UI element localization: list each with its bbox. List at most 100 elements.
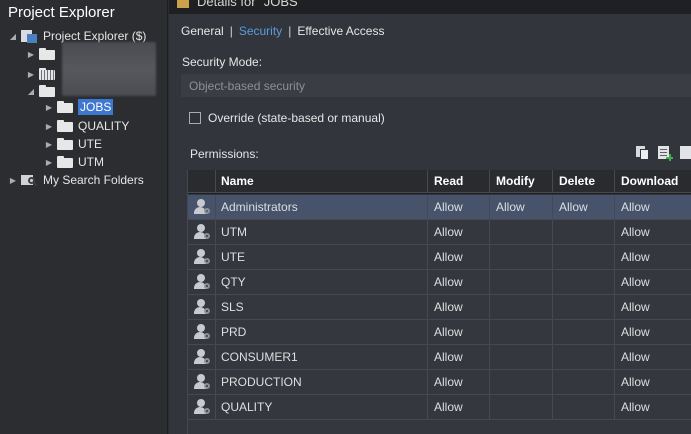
cell-download: Allow <box>615 220 691 245</box>
table-row[interactable]: UTE Allow Allow <box>188 245 691 270</box>
cell-modify <box>490 320 553 345</box>
user-group-icon-cell <box>188 395 216 420</box>
cell-name: UTE <box>216 245 428 270</box>
tab-general[interactable]: General <box>181 24 224 38</box>
cell-modify <box>490 270 553 295</box>
details-panel: Details for "JOBS" General | Security | … <box>169 0 691 434</box>
collapse-arrow-icon[interactable]: ▶ <box>26 69 36 79</box>
cell-modify <box>490 395 553 420</box>
expand-arrow-icon[interactable]: ◢ <box>26 86 36 96</box>
cell-read: Allow <box>428 345 490 370</box>
column-header-modify[interactable]: Modify <box>490 170 553 193</box>
add-permission-icon[interactable] <box>657 145 673 161</box>
tree-item-label: QUALITY <box>78 119 130 133</box>
table-row[interactable]: QUALITY Allow Allow <box>188 395 691 420</box>
cell-name: CONSUMER1 <box>216 345 428 370</box>
copy-icon[interactable] <box>635 145 651 161</box>
column-header-download[interactable]: Download <box>615 170 691 193</box>
cell-name: Administrators <box>216 195 428 220</box>
override-option[interactable]: Override (state-based or manual) <box>189 111 385 125</box>
collapse-arrow-icon[interactable]: ▶ <box>44 157 54 167</box>
tree-item-search-folders[interactable]: ▶ My Search Folders <box>8 171 144 189</box>
cell-name: SLS <box>216 295 428 320</box>
tree-root-label: Project Explorer ($) <box>43 29 147 43</box>
project-explorer-icon <box>21 29 37 43</box>
table-row[interactable]: CONSUMER1 Allow Allow <box>188 345 691 370</box>
tree-item-utm[interactable]: ▶ UTM <box>44 153 104 171</box>
dialog-title: Details for "JOBS" <box>197 0 303 9</box>
project-explorer-panel: Project Explorer ◢ Project Explorer ($) … <box>0 0 168 434</box>
edit-permission-icon[interactable] <box>679 145 691 161</box>
cell-delete <box>553 270 615 295</box>
search-folder-icon <box>21 173 38 187</box>
tab-bar: General | Security | Effective Access <box>181 24 384 38</box>
grid-header: Name Read Modify Delete Download <box>188 170 691 194</box>
user-group-icon <box>193 299 210 315</box>
permissions-grid: Name Read Modify Delete Download Adminis… <box>187 170 691 434</box>
cell-name: QUALITY <box>216 395 428 420</box>
collapse-arrow-icon[interactable]: ▶ <box>44 139 54 149</box>
tab-effective-access[interactable]: Effective Access <box>297 24 384 38</box>
tree-item-label: UTM <box>78 155 104 169</box>
tree-item-ute[interactable]: ▶ UTE <box>44 135 102 153</box>
cell-delete <box>553 295 615 320</box>
cell-read: Allow <box>428 195 490 220</box>
column-header-name[interactable]: Name <box>216 170 428 193</box>
tree-item-label: UTE <box>78 137 102 151</box>
table-row[interactable]: Administrators Allow Allow Allow Allow <box>188 195 691 220</box>
cell-download: Allow <box>615 195 691 220</box>
permissions-toolbar <box>635 145 691 161</box>
table-row[interactable]: PRD Allow Allow <box>188 320 691 345</box>
cell-download: Allow <box>615 370 691 395</box>
user-group-icon-cell <box>188 195 216 220</box>
tab-separator: | <box>288 24 292 38</box>
cell-modify <box>490 345 553 370</box>
tree-item-jobs[interactable]: ▶ JOBS <box>44 98 114 116</box>
cell-read: Allow <box>428 270 490 295</box>
tab-security[interactable]: Security <box>239 24 282 38</box>
user-group-icon <box>193 399 210 415</box>
table-row[interactable]: QTY Allow Allow <box>188 270 691 295</box>
security-mode-select[interactable]: Object-based security <box>181 74 691 97</box>
user-group-icon-cell <box>188 245 216 270</box>
cell-download: Allow <box>615 270 691 295</box>
cell-delete <box>553 320 615 345</box>
user-group-icon-cell <box>188 370 216 395</box>
cell-delete <box>553 220 615 245</box>
cell-download: Allow <box>615 345 691 370</box>
user-group-icon-cell <box>188 295 216 320</box>
cell-read: Allow <box>428 320 490 345</box>
collapse-arrow-icon[interactable]: ▶ <box>8 175 18 185</box>
cell-modify <box>490 370 553 395</box>
table-row[interactable]: PRODUCTION Allow Allow <box>188 370 691 395</box>
table-row[interactable]: SLS Allow Allow <box>188 295 691 320</box>
user-group-icon <box>193 274 210 290</box>
user-group-icon <box>193 249 210 265</box>
column-header-read[interactable]: Read <box>428 170 490 193</box>
cell-read: Allow <box>428 395 490 420</box>
cell-read: Allow <box>428 220 490 245</box>
user-group-icon <box>193 374 210 390</box>
collapse-arrow-icon[interactable]: ▶ <box>44 121 54 131</box>
tree-item-hidden-2[interactable]: ▶ <box>26 65 60 83</box>
cell-delete: Allow <box>553 195 615 220</box>
cell-read: Allow <box>428 245 490 270</box>
collapse-arrow-icon[interactable]: ▶ <box>26 49 36 59</box>
tree-item-label: My Search Folders <box>43 173 144 187</box>
column-header-delete[interactable]: Delete <box>553 170 615 193</box>
dialog-icon <box>177 0 189 8</box>
tree-item-hidden-1[interactable]: ▶ <box>26 45 60 63</box>
cell-read: Allow <box>428 295 490 320</box>
table-row[interactable]: UTM Allow Allow <box>188 220 691 245</box>
cell-modify <box>490 295 553 320</box>
cell-name: QTY <box>216 270 428 295</box>
override-checkbox[interactable] <box>189 112 201 124</box>
user-group-icon-cell <box>188 345 216 370</box>
tree-item-quality[interactable]: ▶ QUALITY <box>44 117 129 135</box>
cell-name: PRODUCTION <box>216 370 428 395</box>
expand-arrow-icon[interactable]: ◢ <box>8 31 18 41</box>
folder-icon <box>39 48 55 60</box>
tree-item-label: JOBS <box>78 99 114 115</box>
panel-title: Project Explorer <box>8 4 115 21</box>
collapse-arrow-icon[interactable]: ▶ <box>44 102 54 112</box>
